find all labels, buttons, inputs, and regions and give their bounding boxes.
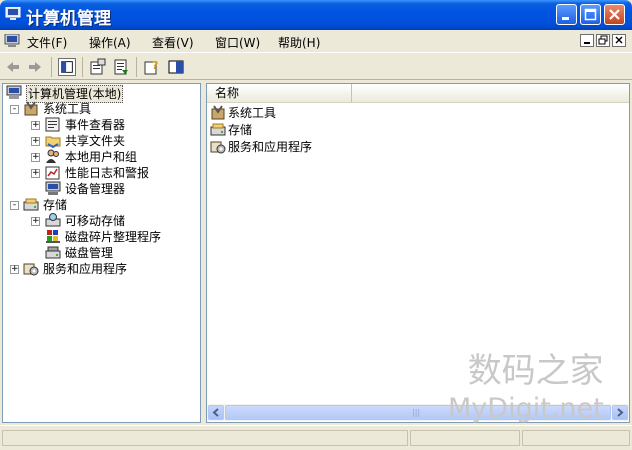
toolbar-separator	[82, 57, 83, 77]
expand-toggle[interactable]: +	[31, 169, 40, 178]
tree-label-shared-folders: 共享文件夹	[65, 134, 126, 148]
watermark: 数码之家 MyDigit.net	[448, 352, 604, 428]
expand-toggle[interactable]: +	[31, 217, 40, 226]
column-header-row: 名称	[207, 84, 629, 103]
watermark-line2: MyDigit.net	[448, 393, 604, 424]
menu-view[interactable]: 查看(V)	[152, 34, 194, 51]
disk-management-icon	[45, 246, 61, 259]
collapse-toggle[interactable]: -	[10, 201, 19, 210]
users-icon	[46, 149, 59, 163]
show-hide-tree-icon[interactable]	[58, 58, 76, 76]
show-hide-action-pane-icon[interactable]	[167, 58, 185, 76]
minimize-button[interactable]	[556, 4, 577, 25]
list-item-label: 服务和应用程序	[228, 140, 313, 154]
menu-window[interactable]: 窗口(W)	[215, 34, 260, 51]
restore-icon	[598, 35, 608, 45]
computer-icon	[6, 85, 22, 99]
scrollbar-grip: |||	[412, 408, 421, 417]
defrag-icon	[46, 230, 60, 243]
tree-label-perf-logs: 性能日志和警报	[65, 166, 150, 180]
expand-toggle[interactable]: +	[31, 137, 40, 146]
expand-toggle[interactable]: +	[31, 153, 40, 162]
close-icon	[609, 9, 620, 20]
column-header-name[interactable]: 名称	[207, 84, 352, 102]
menu-file[interactable]: 文件(F)	[27, 34, 67, 51]
system-tools-icon	[211, 105, 225, 120]
services-apps-icon	[210, 141, 226, 154]
tree-label-device-manager: 设备管理器	[65, 182, 126, 196]
computer-icon[interactable]	[4, 34, 20, 48]
tree-label-services-apps: 服务和应用程序	[43, 262, 128, 276]
services-apps-icon	[23, 263, 39, 276]
close-icon	[615, 36, 623, 44]
tree-label-disk-management: 磁盘管理	[65, 246, 114, 260]
toolbar-separator	[136, 57, 137, 77]
scroll-right-button[interactable]	[612, 405, 628, 420]
device-manager-icon	[45, 181, 61, 195]
child-close-button[interactable]	[612, 34, 626, 47]
performance-logs-icon	[45, 166, 60, 180]
window-title: 计算机管理	[26, 9, 111, 29]
status-cell-main	[2, 430, 408, 446]
child-minimize-button[interactable]	[580, 34, 594, 47]
computer-icon	[5, 7, 21, 20]
menu-action[interactable]: 操作(A)	[89, 34, 131, 51]
removable-storage-icon	[45, 213, 61, 227]
maximize-button[interactable]	[580, 4, 601, 25]
scroll-left-icon	[212, 408, 219, 417]
menu-bar: 文件(F) 操作(A) 查看(V) 窗口(W) 帮助(H)	[0, 30, 632, 52]
status-cell	[410, 430, 520, 446]
expand-toggle[interactable]: +	[31, 121, 40, 130]
event-viewer-icon	[45, 117, 60, 132]
scroll-left-button[interactable]	[208, 405, 224, 420]
properties-icon[interactable]	[89, 58, 107, 76]
back-arrow-icon[interactable]	[4, 58, 22, 76]
status-bar	[0, 425, 632, 450]
close-button[interactable]	[604, 4, 625, 25]
child-restore-button[interactable]	[596, 34, 610, 47]
minimize-icon	[562, 17, 569, 20]
list-item-label: 系统工具	[228, 106, 277, 120]
tree-label-local-users: 本地用户和组	[65, 150, 138, 164]
status-cell	[522, 430, 630, 446]
list-item-label: 存储	[228, 123, 253, 137]
expand-toggle[interactable]: +	[10, 265, 19, 274]
storage-icon	[210, 123, 226, 136]
console-tree-pane[interactable]: 计算机管理(本地) - 系统工具 + 事件查看器 + 共享文件夹 + 本地用户和…	[2, 83, 201, 423]
toolbar: ?	[0, 52, 632, 80]
storage-icon	[23, 198, 39, 211]
watermark-line1: 数码之家	[467, 351, 604, 391]
export-list-icon[interactable]	[112, 58, 130, 76]
forward-arrow-icon[interactable]	[26, 58, 44, 76]
tree-label-event-viewer: 事件查看器	[65, 118, 126, 132]
tree-label-removable-storage: 可移动存储	[65, 214, 126, 228]
tree-label-system-tools: 系统工具	[43, 102, 92, 116]
menu-help[interactable]: 帮助(H)	[278, 34, 320, 51]
tree-label-disk-defrag: 磁盘碎片整理程序	[65, 230, 162, 244]
collapse-toggle[interactable]: -	[10, 105, 19, 114]
maximize-icon	[584, 8, 597, 21]
help-icon[interactable]: ?	[143, 58, 161, 76]
scroll-right-icon	[617, 408, 624, 417]
shared-folder-icon	[45, 136, 61, 148]
minimize-icon	[584, 42, 590, 44]
toolbar-separator	[51, 57, 52, 77]
title-bar[interactable]: 计算机管理	[0, 0, 632, 30]
system-tools-icon	[24, 101, 38, 116]
svg-text:?: ?	[152, 59, 158, 72]
tree-label-storage: 存储	[43, 198, 68, 212]
